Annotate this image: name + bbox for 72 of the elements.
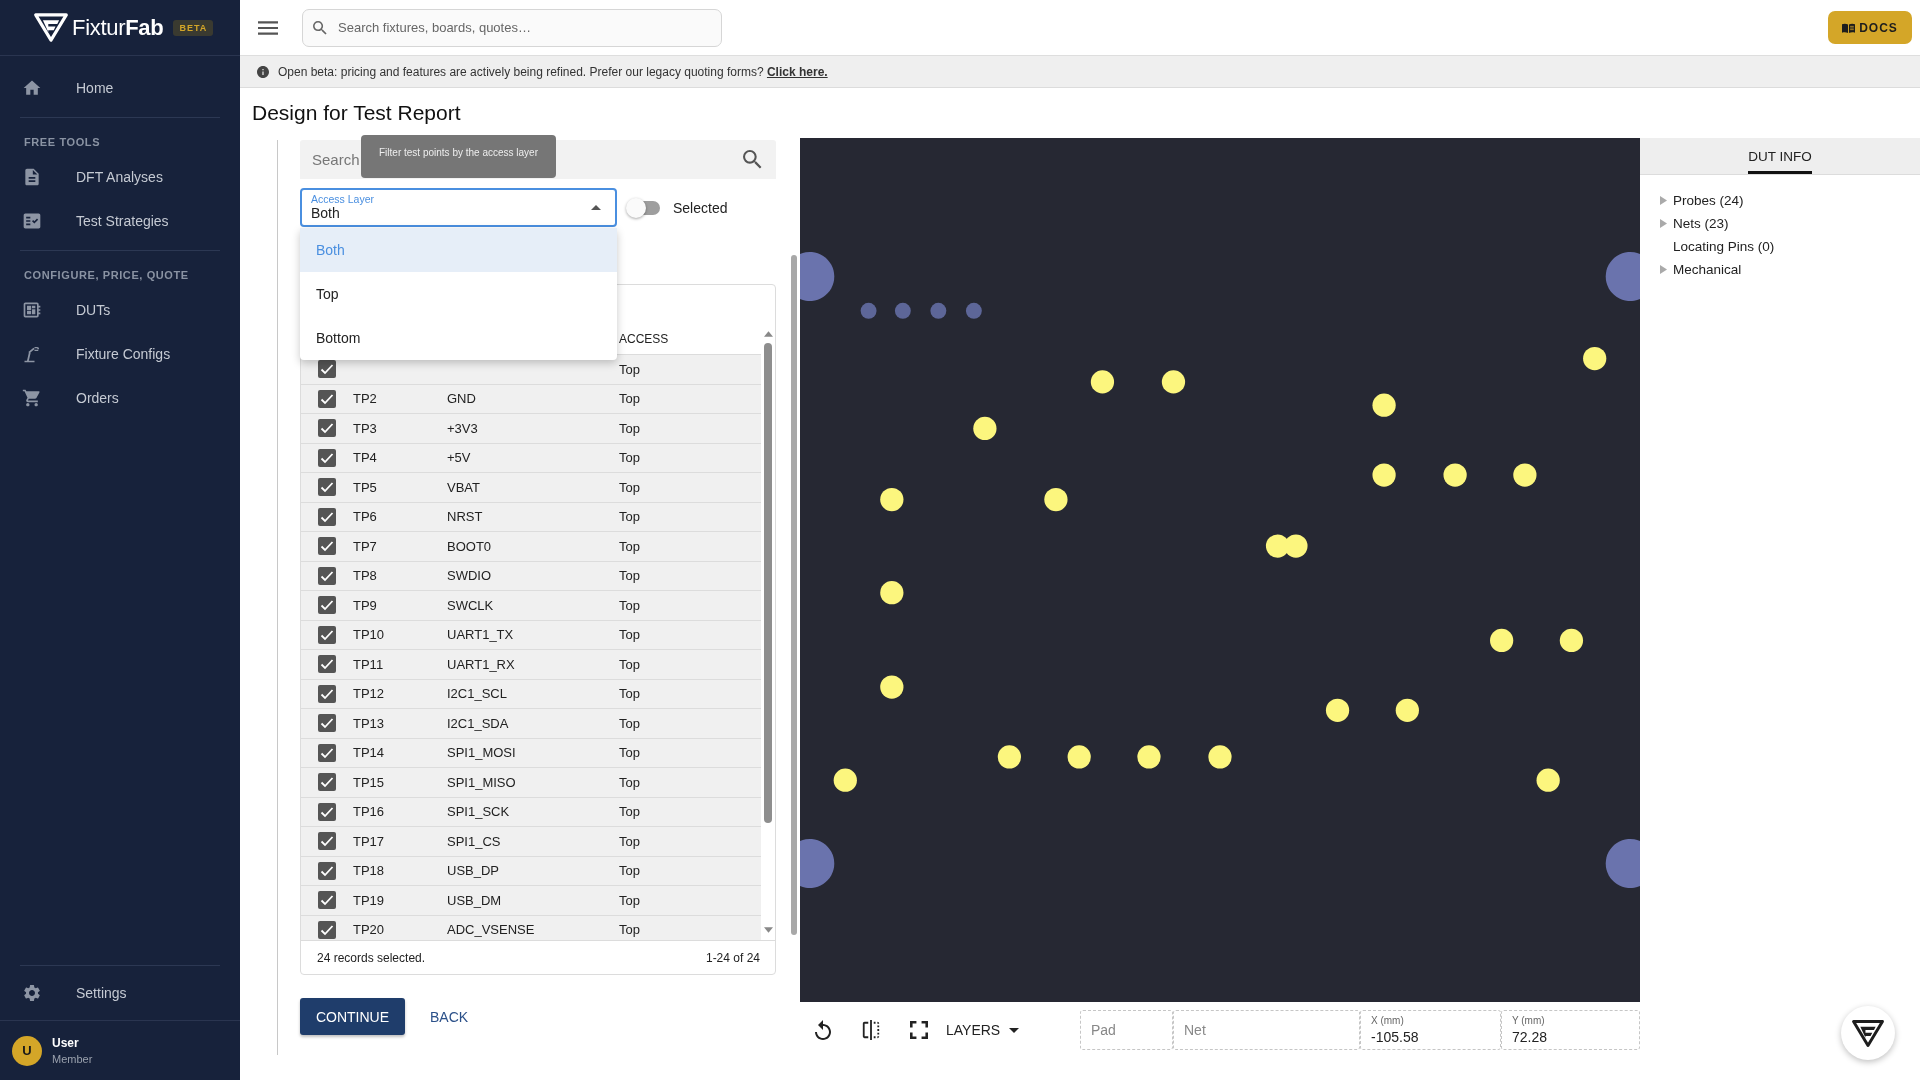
test-point-id: TP17 <box>353 833 385 849</box>
net-name: +3V3 <box>447 420 478 436</box>
net-name: USB_DM <box>447 892 502 908</box>
access-side: Top <box>619 361 640 377</box>
test-point-id: TP19 <box>353 892 385 908</box>
test-point-id: TP8 <box>353 568 377 584</box>
tooltip: Filter test points by the access layer <box>361 135 556 178</box>
net-name: SPI1_CS <box>447 833 501 849</box>
net-name: SPI1_MISO <box>447 774 516 790</box>
access-side: Top <box>619 479 640 495</box>
net-name: VBAT <box>447 479 480 495</box>
net-name: BOOT0 <box>447 538 492 554</box>
access-side: Top <box>619 892 640 908</box>
access-side: Top <box>619 715 640 731</box>
access-side: Top <box>619 450 640 466</box>
net-name: SWDIO <box>447 568 492 584</box>
access-side: Top <box>619 538 640 554</box>
net-name: ADC_VSENSE <box>447 922 535 938</box>
net-name: +5V <box>447 450 471 466</box>
test-point-id: TP2 <box>353 391 377 407</box>
user-name: User <box>52 1036 80 1050</box>
access-side: Top <box>619 863 640 879</box>
test-point-id: TP15 <box>353 774 385 790</box>
record-range: 1-24 of 24 <box>705 950 760 965</box>
test-point-id: TP20 <box>353 922 385 938</box>
access-side: Top <box>619 922 640 938</box>
section-heading: CONFIGURE, PRICE, QUOTE <box>23 268 190 282</box>
access-side: Top <box>619 686 640 702</box>
test-point-id: TP5 <box>353 479 377 495</box>
access-side: Top <box>619 656 640 672</box>
test-point-id: TP6 <box>353 509 377 525</box>
access-side: Top <box>619 420 640 436</box>
test-point-id: TP11 <box>353 656 384 672</box>
test-point-id: TP16 <box>353 804 385 820</box>
test-point-id: TP3 <box>353 420 377 436</box>
access-side: Top <box>619 509 640 525</box>
user-role: Member <box>52 1053 93 1065</box>
net-name: SPI1_MOSI <box>447 745 516 761</box>
field-label: X (mm) <box>1371 1015 1404 1027</box>
net-name: UART1_RX <box>447 656 515 672</box>
logo-text: FixturFab <box>72 14 164 41</box>
test-point-id: TP18 <box>353 863 385 879</box>
access-side: Top <box>619 568 640 584</box>
section-heading: FREE TOOLS <box>23 135 102 149</box>
access-side: Top <box>619 391 640 407</box>
access-side: Top <box>619 745 640 761</box>
access-side: Top <box>619 597 640 613</box>
beta-badge: BETA <box>173 19 214 36</box>
net-name: UART1_TX <box>447 627 514 643</box>
net-name: USB_DP <box>447 863 500 879</box>
access-side: Top <box>619 833 640 849</box>
toggle-label: Selected <box>673 199 728 216</box>
net-name: GND <box>447 391 476 407</box>
access-side: Top <box>619 804 640 820</box>
test-point-id: TP14 <box>353 745 385 761</box>
access-side: Top <box>619 774 640 790</box>
test-point-id: TP7 <box>353 538 377 554</box>
test-point-id: TP4 <box>353 450 377 466</box>
test-point-id: TP13 <box>353 715 385 731</box>
net-name: NRST <box>447 509 483 525</box>
net-name: I2C1_SCL <box>447 686 507 702</box>
test-point-id: TP9 <box>353 597 377 613</box>
beta-notice-text: Open beta: pricing and features are actively being refined. Prefer our legacy quoting forms? Click here. <box>278 64 828 79</box>
page-title: Design for Test Report <box>251 100 462 126</box>
net-name: SWCLK <box>447 597 494 613</box>
access-side: Top <box>619 627 640 643</box>
test-point-id: TP10 <box>353 627 385 643</box>
selection-count: 24 records selected. <box>317 950 426 965</box>
net-name: SPI1_SCK <box>447 804 510 820</box>
field-label: Y (mm) <box>1512 1015 1545 1027</box>
net-name: I2C1_SDA <box>447 715 509 731</box>
test-point-id: TP12 <box>353 686 385 702</box>
